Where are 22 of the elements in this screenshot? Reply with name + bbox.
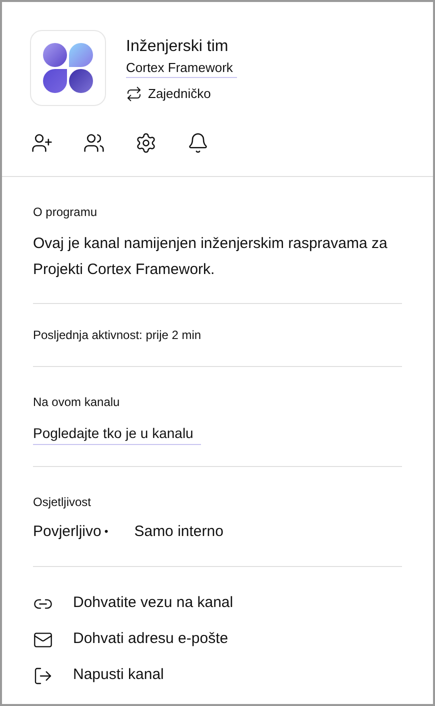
shared-icon (126, 86, 142, 102)
project-name: Cortex Framework (126, 59, 237, 78)
members-heading: Na ovom kanalu (33, 394, 121, 411)
sensitivity-value: Samo interno (134, 522, 224, 542)
about-heading: O programu (33, 204, 98, 221)
about-text: Ovaj je kanal namijenjen inženjerskim raspravama za Projekti Cortex Framework. (33, 234, 388, 280)
add-person-icon[interactable] (30, 131, 54, 155)
menu-item[interactable]: Dohvatite vezu na kanal (33, 590, 433, 616)
sensitivity-heading: Osjetljivost (33, 494, 92, 511)
shared-label: Zajedničko (148, 85, 211, 103)
separator-dot: • (104, 525, 108, 540)
view-members-link[interactable]: Pogledajte tko je u kanalu (33, 423, 202, 445)
bell-icon[interactable] (186, 131, 210, 155)
menu-item[interactable]: Dohvati adresu e-pošte (33, 626, 433, 652)
settings-icon[interactable] (134, 131, 158, 155)
sensitivity-label: Povjerljivo (33, 522, 102, 542)
logo-icon (42, 42, 94, 94)
leave-icon (33, 666, 53, 686)
add-group-icon[interactable] (82, 131, 106, 155)
team-title: Inženjerski tim (126, 37, 230, 57)
menu-item[interactable]: Napusti kanal (33, 662, 433, 688)
last-activity: Posljednja aktivnost: prije 2 min (33, 327, 202, 344)
